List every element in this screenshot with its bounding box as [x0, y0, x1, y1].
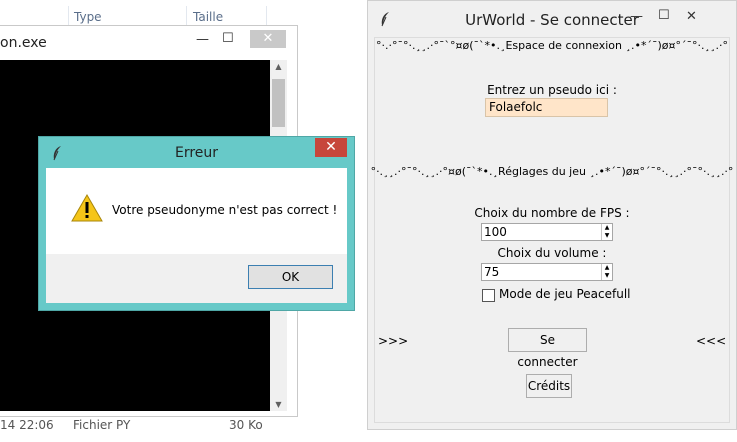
volume-value[interactable]: 75: [484, 265, 499, 279]
volume-label: Choix du volume :: [497, 246, 607, 260]
connect-button[interactable]: Se connecter: [508, 328, 587, 369]
left-arrows: >>>: [378, 334, 409, 348]
console-title: on.exe: [0, 35, 47, 51]
message-area: Votre pseudonyme n'est pas correct !: [46, 168, 347, 254]
pseudo-label: Entrez un pseudo ici :: [487, 83, 617, 97]
minimize-button[interactable]: —: [630, 9, 643, 24]
error-dialog: Erreur ✕ Votre pseudonyme n'est pas corr…: [38, 136, 355, 311]
scrollbar-thumb[interactable]: [272, 79, 285, 127]
urworld-window: UrWorld - Se connecter — ☐ ✕ °·.·°¯°·.¸¸…: [367, 0, 737, 430]
minimize-button[interactable]: —: [196, 32, 209, 47]
settings-section-header: °·.¸¸.·°¯°·.¸¸.·°¤ø(¯`*•.¸Réglages du je…: [370, 165, 734, 178]
right-arrows: <<<: [696, 334, 727, 348]
close-button[interactable]: ✕: [315, 138, 347, 157]
dialog-title: Erreur: [174, 145, 219, 161]
fps-spinbox[interactable]: 100 ▲ ▼: [481, 223, 613, 241]
maximize-button[interactable]: ☐: [658, 8, 670, 23]
ok-button[interactable]: OK: [248, 265, 333, 289]
warning-icon: [71, 194, 103, 222]
window-title: UrWorld - Se connecter: [465, 11, 639, 29]
close-button[interactable]: ✕: [250, 30, 286, 48]
peaceful-checkbox[interactable]: [482, 289, 495, 302]
spin-arrows-icon[interactable]: ▲ ▼: [601, 224, 612, 240]
volume-spinbox[interactable]: 75 ▲ ▼: [481, 263, 613, 281]
scroll-up-icon[interactable]: ▲: [270, 62, 287, 71]
fps-value[interactable]: 100: [484, 225, 507, 239]
column-header-size[interactable]: Taille: [193, 10, 223, 24]
credits-button[interactable]: Crédits: [526, 374, 572, 398]
peaceful-label[interactable]: Mode de jeu Peacefull: [499, 287, 630, 301]
file-size: 30 Ko: [229, 418, 263, 432]
spin-arrows-icon[interactable]: ▲ ▼: [601, 264, 612, 280]
login-section-header: °·.·°¯°·.¸¸.·°¯`°¤ø(¯`*•.¸Espace de conn…: [376, 39, 728, 52]
fps-label: Choix du nombre de FPS :: [474, 206, 630, 220]
error-message: Votre pseudonyme n'est pas correct !: [112, 203, 338, 217]
scroll-down-icon[interactable]: ▼: [270, 400, 287, 409]
pseudo-input[interactable]: Folaefolc: [485, 98, 608, 117]
file-type: Fichier PY: [73, 418, 131, 432]
file-date: 14 22:06: [0, 418, 54, 432]
maximize-button[interactable]: ☐: [222, 31, 234, 46]
dialog-body: Votre pseudonyme n'est pas correct ! OK: [46, 168, 347, 303]
close-button[interactable]: ✕: [686, 9, 697, 24]
column-header-type[interactable]: Type: [74, 10, 102, 24]
